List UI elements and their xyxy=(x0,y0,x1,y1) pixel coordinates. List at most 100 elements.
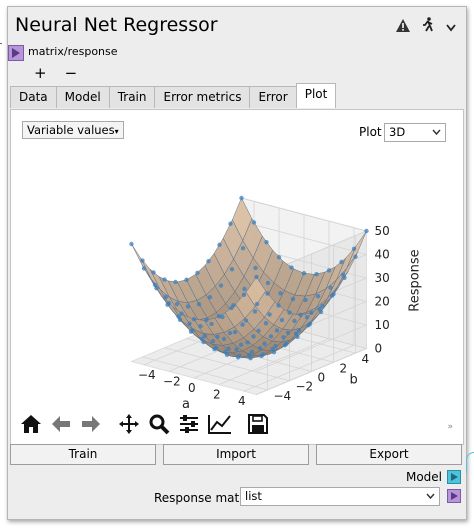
data-point xyxy=(166,301,172,306)
pan-icon[interactable] xyxy=(117,413,141,438)
x-tick-label: −2 xyxy=(163,374,181,388)
input-connection-line xyxy=(0,43,2,44)
data-point xyxy=(276,303,281,308)
toolbar-overflow-icon[interactable]: » xyxy=(447,422,453,432)
plot-tab-content: Variable values▾ Plot 3D −4 −2 0 2 4 −4 −2 0 2 4 0… xyxy=(10,109,464,445)
data-point xyxy=(303,297,308,303)
import-button[interactable]: Import xyxy=(163,444,309,465)
data-point xyxy=(228,221,233,226)
tab-plot[interactable]: Plot xyxy=(295,83,337,108)
data-point xyxy=(339,259,344,265)
data-point xyxy=(239,195,244,201)
z-tick-label: 10 xyxy=(375,318,390,332)
data-point xyxy=(315,294,321,299)
data-point xyxy=(320,303,325,308)
data-point xyxy=(243,318,249,323)
data-point xyxy=(154,286,159,291)
data-point xyxy=(234,347,239,352)
chevron-down-icon xyxy=(426,489,435,503)
data-point xyxy=(215,334,220,339)
tab-data[interactable]: Data xyxy=(10,86,57,108)
action-buttons: Train Import Export xyxy=(10,444,462,465)
x-tick-label: −4 xyxy=(138,368,156,382)
data-point xyxy=(229,305,234,311)
data-point xyxy=(163,294,169,300)
data-point xyxy=(248,356,253,361)
data-point xyxy=(295,334,300,339)
data-point xyxy=(254,301,260,307)
data-point xyxy=(328,285,333,290)
data-point xyxy=(245,340,250,345)
tab-error-metrics[interactable]: Error metrics xyxy=(154,86,251,108)
data-point xyxy=(298,312,303,318)
data-point xyxy=(296,328,302,333)
home-icon[interactable] xyxy=(19,413,43,438)
tab-error[interactable]: Error xyxy=(249,86,297,108)
tab-model[interactable]: Model xyxy=(55,86,110,108)
zoom-icon[interactable] xyxy=(147,413,171,438)
header-icons xyxy=(396,17,456,36)
data-point xyxy=(276,255,282,260)
data-point xyxy=(364,228,369,234)
data-point xyxy=(240,322,245,327)
y-tick-label: −2 xyxy=(296,380,314,394)
data-point xyxy=(218,283,224,288)
data-point xyxy=(262,341,267,346)
data-point xyxy=(213,345,219,350)
data-point xyxy=(238,342,244,348)
z-axis-label: Response xyxy=(408,249,423,311)
back-icon[interactable] xyxy=(49,413,73,438)
data-point xyxy=(257,345,263,351)
data-point xyxy=(201,339,206,345)
train-button[interactable]: Train xyxy=(10,444,156,465)
y-tick-label: −4 xyxy=(274,389,292,403)
data-point xyxy=(162,277,167,282)
data-point xyxy=(190,327,195,333)
data-point xyxy=(209,321,214,327)
data-point xyxy=(195,270,200,275)
chevron-down-icon[interactable] xyxy=(446,18,456,36)
data-point xyxy=(227,330,233,336)
tab-train[interactable]: Train xyxy=(108,86,156,108)
data-point xyxy=(351,246,357,252)
surface-facet xyxy=(140,257,161,290)
model-output-port-icon[interactable] xyxy=(447,470,461,484)
data-point xyxy=(151,270,156,275)
input-port-icon[interactable] xyxy=(8,45,24,61)
export-button[interactable]: Export xyxy=(316,444,462,465)
data-point xyxy=(253,265,258,271)
data-point xyxy=(284,341,289,346)
y-tick-label: 4 xyxy=(362,352,370,366)
data-point xyxy=(198,324,203,329)
save-icon[interactable] xyxy=(247,413,269,438)
data-point xyxy=(314,272,319,277)
data-point xyxy=(289,265,294,270)
data-point xyxy=(216,314,222,319)
data-point xyxy=(265,291,270,296)
remove-button[interactable]: − xyxy=(65,64,78,82)
data-point xyxy=(331,291,336,297)
model-output-label: Model xyxy=(405,470,442,484)
z-tick-label: 20 xyxy=(375,295,390,309)
forward-icon[interactable] xyxy=(79,413,103,438)
data-point xyxy=(242,286,247,292)
data-point xyxy=(256,328,261,333)
x-tick-label: 0 xyxy=(188,381,196,395)
response-matrix-select[interactable]: list xyxy=(240,487,440,506)
run-icon[interactable] xyxy=(422,17,434,36)
add-button[interactable]: + xyxy=(34,64,47,82)
edit-axes-icon[interactable] xyxy=(207,413,233,438)
data-point xyxy=(191,317,197,322)
plot-3d-chart[interactable]: −4 −2 0 2 4 −4−202401020304050abResponse xyxy=(11,110,463,410)
data-point xyxy=(207,295,213,300)
warning-icon[interactable] xyxy=(396,18,410,36)
data-point xyxy=(279,317,285,323)
data-point xyxy=(268,334,274,339)
data-point xyxy=(342,275,347,280)
configure-icon[interactable] xyxy=(177,413,201,438)
data-point xyxy=(309,310,314,315)
z-tick-label: 40 xyxy=(375,248,390,262)
data-point xyxy=(129,241,134,247)
response-output-port-icon[interactable] xyxy=(447,489,461,503)
data-point xyxy=(206,258,211,264)
